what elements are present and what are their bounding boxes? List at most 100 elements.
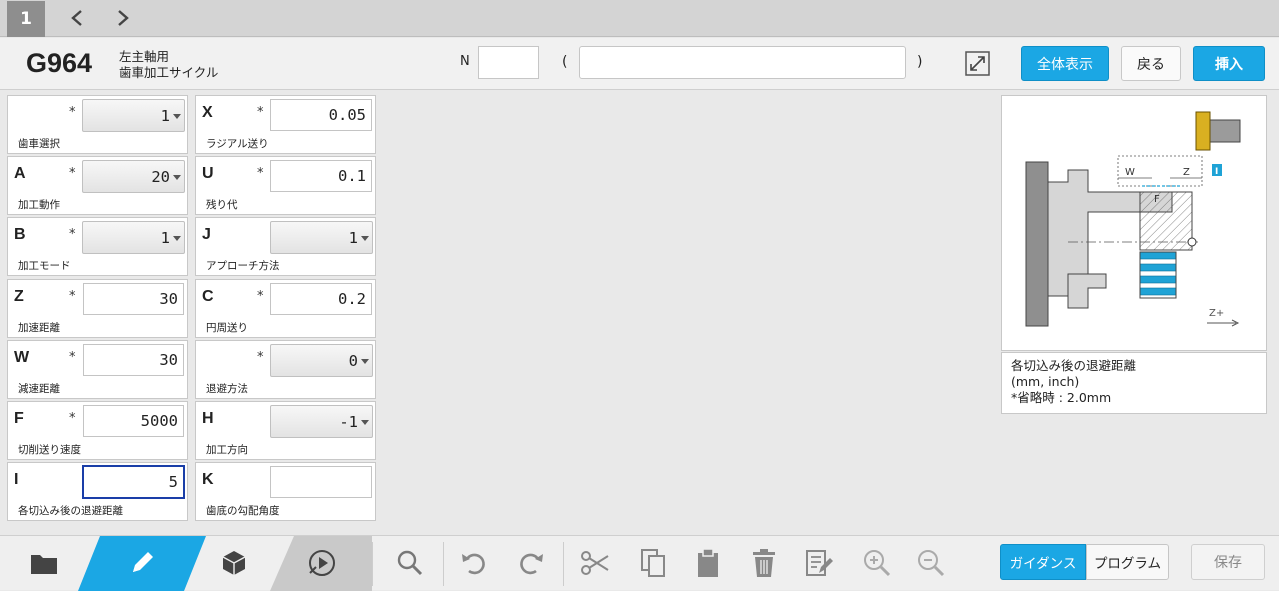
- sequence-number-input[interactable]: [478, 46, 539, 79]
- param-retract-method: * 0 退避方法: [195, 340, 376, 399]
- param-letter: B: [14, 226, 26, 243]
- trash-icon: [753, 549, 775, 577]
- program-tab[interactable]: プログラム: [1086, 544, 1169, 580]
- param-letter: I: [14, 471, 19, 488]
- bottom-toolbar: ガイダンス プログラム 保存: [0, 535, 1279, 591]
- param-j-dropdown[interactable]: 1: [270, 221, 373, 254]
- param-letter: K: [202, 471, 214, 488]
- param-letter: W: [14, 349, 30, 366]
- insert-button[interactable]: 挿入: [1193, 46, 1265, 81]
- param-i: I 5 各切込み後の退避距離: [7, 462, 188, 521]
- param-k: K 歯底の勾配角度: [195, 462, 376, 521]
- param-letter: X: [202, 104, 213, 121]
- back-button[interactable]: 戻る: [1121, 46, 1181, 81]
- param-caption: 歯底の勾配角度: [206, 505, 280, 517]
- param-i-input[interactable]: 5: [82, 465, 185, 499]
- guidance-text: 各切込み後の退避距離 (mm, inch) *省略時 : 2.0mm: [1001, 352, 1267, 414]
- guidance-line1: 各切込み後の退避距離: [1011, 358, 1137, 373]
- comment-open-paren: (: [562, 54, 568, 70]
- expand-button[interactable]: [965, 51, 990, 76]
- param-z: Z * 30 加速距離: [7, 279, 188, 338]
- param-c-input[interactable]: 0.2: [270, 283, 372, 315]
- param-h: H -1 加工方向: [195, 401, 376, 460]
- param-letter: C: [202, 288, 214, 305]
- undo-button[interactable]: [457, 546, 491, 580]
- paste-button[interactable]: [691, 546, 725, 580]
- guidance-line2: (mm, inch): [1011, 374, 1080, 389]
- delete-button[interactable]: [747, 546, 781, 580]
- param-caption: 減速距離: [18, 383, 60, 395]
- required-mark: *: [257, 105, 264, 120]
- zoom-out-icon: [918, 550, 945, 577]
- required-mark: *: [257, 166, 264, 181]
- copy-button[interactable]: [636, 546, 670, 580]
- file-tab[interactable]: [27, 546, 61, 580]
- guidance-tab[interactable]: ガイダンス: [1000, 544, 1086, 580]
- search-button[interactable]: [393, 546, 427, 580]
- required-mark: *: [69, 411, 76, 426]
- param-caption: ラジアル送り: [206, 138, 269, 150]
- diagram-z-label: Z: [1183, 167, 1190, 178]
- guidance-diagram: W Z F I Z+: [1001, 95, 1267, 351]
- cut-button[interactable]: [578, 546, 612, 580]
- param-f-input[interactable]: 5000: [83, 405, 184, 437]
- search-icon: [397, 550, 423, 576]
- gear-select-dropdown[interactable]: 1: [82, 99, 185, 132]
- required-mark: *: [257, 350, 264, 365]
- param-caption: 円周送り: [206, 322, 248, 334]
- show-all-button[interactable]: 全体表示: [1021, 46, 1109, 81]
- edit-tab[interactable]: [78, 536, 206, 591]
- top-bar: 1: [0, 0, 1279, 37]
- gcode-desc-line2: 歯車加工サイクル: [119, 65, 219, 80]
- param-w-input[interactable]: 30: [83, 344, 184, 376]
- copy-icon: [641, 549, 665, 577]
- required-mark: *: [69, 227, 76, 242]
- required-mark: *: [69, 166, 76, 181]
- chevron-left-icon: [71, 10, 82, 26]
- diagram-i-label: I: [1215, 167, 1218, 177]
- param-a-dropdown[interactable]: 20: [82, 160, 185, 193]
- clipboard-icon: [698, 548, 718, 577]
- edit-document-icon: [806, 550, 833, 576]
- program-tab-number[interactable]: 1: [7, 1, 45, 37]
- toolbar-divider: [372, 542, 373, 586]
- required-mark: *: [69, 350, 76, 365]
- required-mark: *: [69, 289, 76, 304]
- comment-input[interactable]: [579, 46, 906, 79]
- save-button[interactable]: 保存: [1191, 544, 1265, 580]
- param-j: J 1 アプローチ方法: [195, 217, 376, 276]
- chevron-right-icon: [118, 10, 129, 26]
- edit-list-button[interactable]: [802, 546, 836, 580]
- param-w: W * 30 減速距離: [7, 340, 188, 399]
- n-label: N: [460, 54, 470, 69]
- param-letter: J: [202, 226, 211, 243]
- param-b-dropdown[interactable]: 1: [82, 221, 185, 254]
- param-caption: 加工方向: [206, 444, 248, 456]
- param-caption: 退避方法: [206, 383, 248, 395]
- param-h-dropdown[interactable]: -1: [270, 405, 373, 438]
- param-u-input[interactable]: 0.1: [270, 160, 372, 192]
- zoom-out-button[interactable]: [914, 546, 948, 580]
- param-caption: 残り代: [206, 199, 238, 211]
- folder-icon: [31, 555, 57, 574]
- param-a: A * 20 加工動作: [7, 156, 188, 215]
- gcode-desc-line1: 左主軸用: [119, 49, 170, 64]
- redo-button[interactable]: [514, 546, 548, 580]
- param-x-input[interactable]: 0.05: [270, 99, 372, 131]
- param-u: U * 0.1 残り代: [195, 156, 376, 215]
- retract-method-dropdown[interactable]: 0: [270, 344, 373, 377]
- param-gear-select: * 1 歯車選択: [7, 95, 188, 154]
- zoom-in-button[interactable]: [860, 546, 894, 580]
- param-letter: A: [14, 165, 26, 182]
- forward-nav-button[interactable]: [111, 6, 135, 30]
- param-caption: 加工モード: [18, 260, 71, 272]
- param-k-input[interactable]: [270, 466, 372, 498]
- undo-icon: [462, 553, 485, 575]
- 3d-view-tab[interactable]: [217, 546, 251, 580]
- param-x: X * 0.05 ラジアル送り: [195, 95, 376, 154]
- param-caption: 加工動作: [18, 199, 60, 211]
- param-z-input[interactable]: 30: [83, 283, 184, 315]
- param-letter: F: [14, 410, 24, 427]
- simulation-tab[interactable]: [270, 536, 372, 591]
- back-nav-button[interactable]: [65, 6, 89, 30]
